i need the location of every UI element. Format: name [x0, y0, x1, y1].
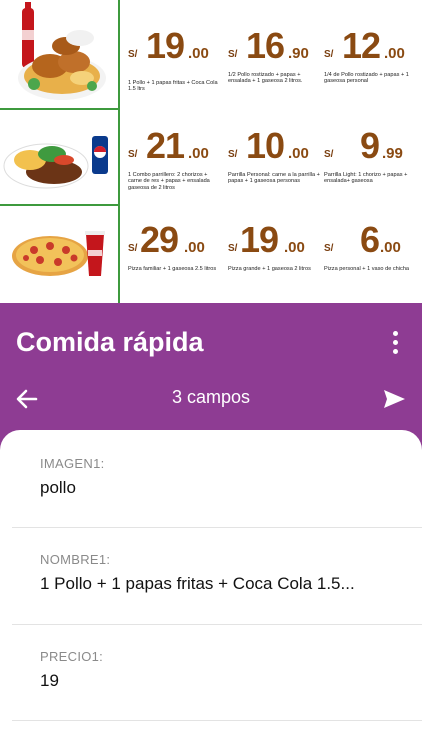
screen: S/ 19 .00 1 Pollo + 1 papas fritas + Coc… [0, 0, 422, 750]
fields-count: 3 campos [171, 387, 251, 407]
price-currency: S/ [228, 149, 238, 160]
menu-item: S/ 16 .90 1/2 Pollo rostizado + papas + … [228, 26, 326, 85]
price-currency: S/ [324, 149, 334, 160]
menu-item-description: 1/4 de Pollo rostizado + papas + 1 gaseo… [324, 72, 409, 85]
menu-flyer: S/ 19 .00 1 Pollo + 1 papas fritas + Coc… [0, 0, 422, 303]
parrilla-combo-image [0, 110, 120, 204]
menu-item: S/ 6 .00 Pizza personal + 1 vaso de chic… [324, 219, 422, 273]
menu-item: S/ 19 .00 Pizza grande + 1 gaseosa 2 lit… [228, 219, 326, 273]
price-decimals: .00 [384, 45, 405, 62]
price-integer: 10 [246, 125, 285, 166]
price-decimals: .00 [284, 239, 305, 256]
menu-item-description: Parrilla Personal: carne a la parrilla +… [228, 172, 320, 185]
page-title: Comida rápida [16, 327, 204, 357]
price-currency: S/ [228, 243, 238, 254]
price-currency: S/ [324, 49, 334, 60]
price-integer: 19 [146, 25, 185, 66]
price-decimals: .00 [184, 239, 205, 256]
price-decimals: .00 [188, 45, 209, 62]
price-currency: S/ [228, 49, 238, 60]
field-value: 1 Pollo + 1 papas fritas + Coca Cola 1.5… [40, 574, 355, 593]
menu-item-description: Parrilla Light: 1 chorizo + papas + ensa… [324, 172, 408, 185]
menu-item-description: Pizza familiar + 1 gaseosa 2.5 litros [128, 266, 217, 272]
field-value: pollo [40, 478, 76, 497]
price-decimals: .99 [382, 145, 403, 162]
send-icon[interactable] [382, 387, 406, 411]
field-label: PRECIO1: [40, 649, 104, 664]
price-currency: S/ [128, 149, 138, 160]
pizza-combo-image [0, 206, 120, 303]
menu-item: S/ 19 .00 1 Pollo + 1 papas fritas + Coc… [128, 26, 226, 93]
price-decimals: .00 [380, 239, 401, 256]
form-field-nombre1[interactable]: NOMBRE1: 1 Pollo + 1 papas fritas + Coca… [12, 528, 422, 625]
menu-item: S/ 10 .00 Parrilla Personal: carne a la … [228, 126, 326, 185]
form-field-precio1[interactable]: PRECIO1: 19 [12, 625, 422, 721]
menu-item-description: 1/2 Pollo rostizado + papas + ensalada +… [228, 72, 303, 85]
price-integer: 9 [360, 125, 380, 166]
price-currency: S/ [324, 243, 334, 254]
form-field-imagen1[interactable]: IMAGEN1: pollo [12, 430, 422, 528]
form-sheet: IMAGEN1: pollo NOMBRE1: 1 Pollo + 1 papa… [0, 430, 422, 750]
price-decimals: .90 [288, 45, 309, 62]
menu-item: S/ 9 .99 Parrilla Light: 1 chorizo + pap… [324, 126, 422, 185]
pollo-combo-image [0, 0, 120, 108]
menu-item-description: 1 Combo parrillero: 2 chorizos + carne d… [128, 172, 210, 191]
price-integer: 12 [342, 25, 381, 66]
menu-item-description: 1 Pollo + 1 papas fritas + Coca Cola 1.5… [128, 80, 218, 93]
price-integer: 29 [140, 219, 179, 260]
price-integer: 21 [146, 125, 185, 166]
menu-item: S/ 12 .00 1/4 de Pollo rostizado + papas… [324, 26, 422, 85]
menu-item: S/ 29 .00 Pizza familiar + 1 gaseosa 2.5… [128, 219, 226, 273]
price-currency: S/ [128, 243, 138, 254]
more-vertical-icon[interactable] [386, 331, 406, 357]
menu-item: S/ 21 .00 1 Combo parrillero: 2 chorizos… [128, 126, 226, 191]
menu-item-description: Pizza grande + 1 gaseosa 2 litros [228, 266, 311, 272]
price-decimals: .00 [288, 145, 309, 162]
price-integer: 16 [246, 25, 285, 66]
price-integer: 6 [360, 219, 380, 260]
price-decimals: .00 [188, 145, 209, 162]
price-currency: S/ [128, 49, 138, 60]
field-label: IMAGEN1: [40, 456, 105, 471]
menu-item-description: Pizza personal + 1 vaso de chicha [324, 266, 410, 272]
price-integer: 19 [240, 219, 279, 260]
field-label: NOMBRE1: [40, 552, 111, 567]
field-value: 19 [40, 671, 59, 690]
